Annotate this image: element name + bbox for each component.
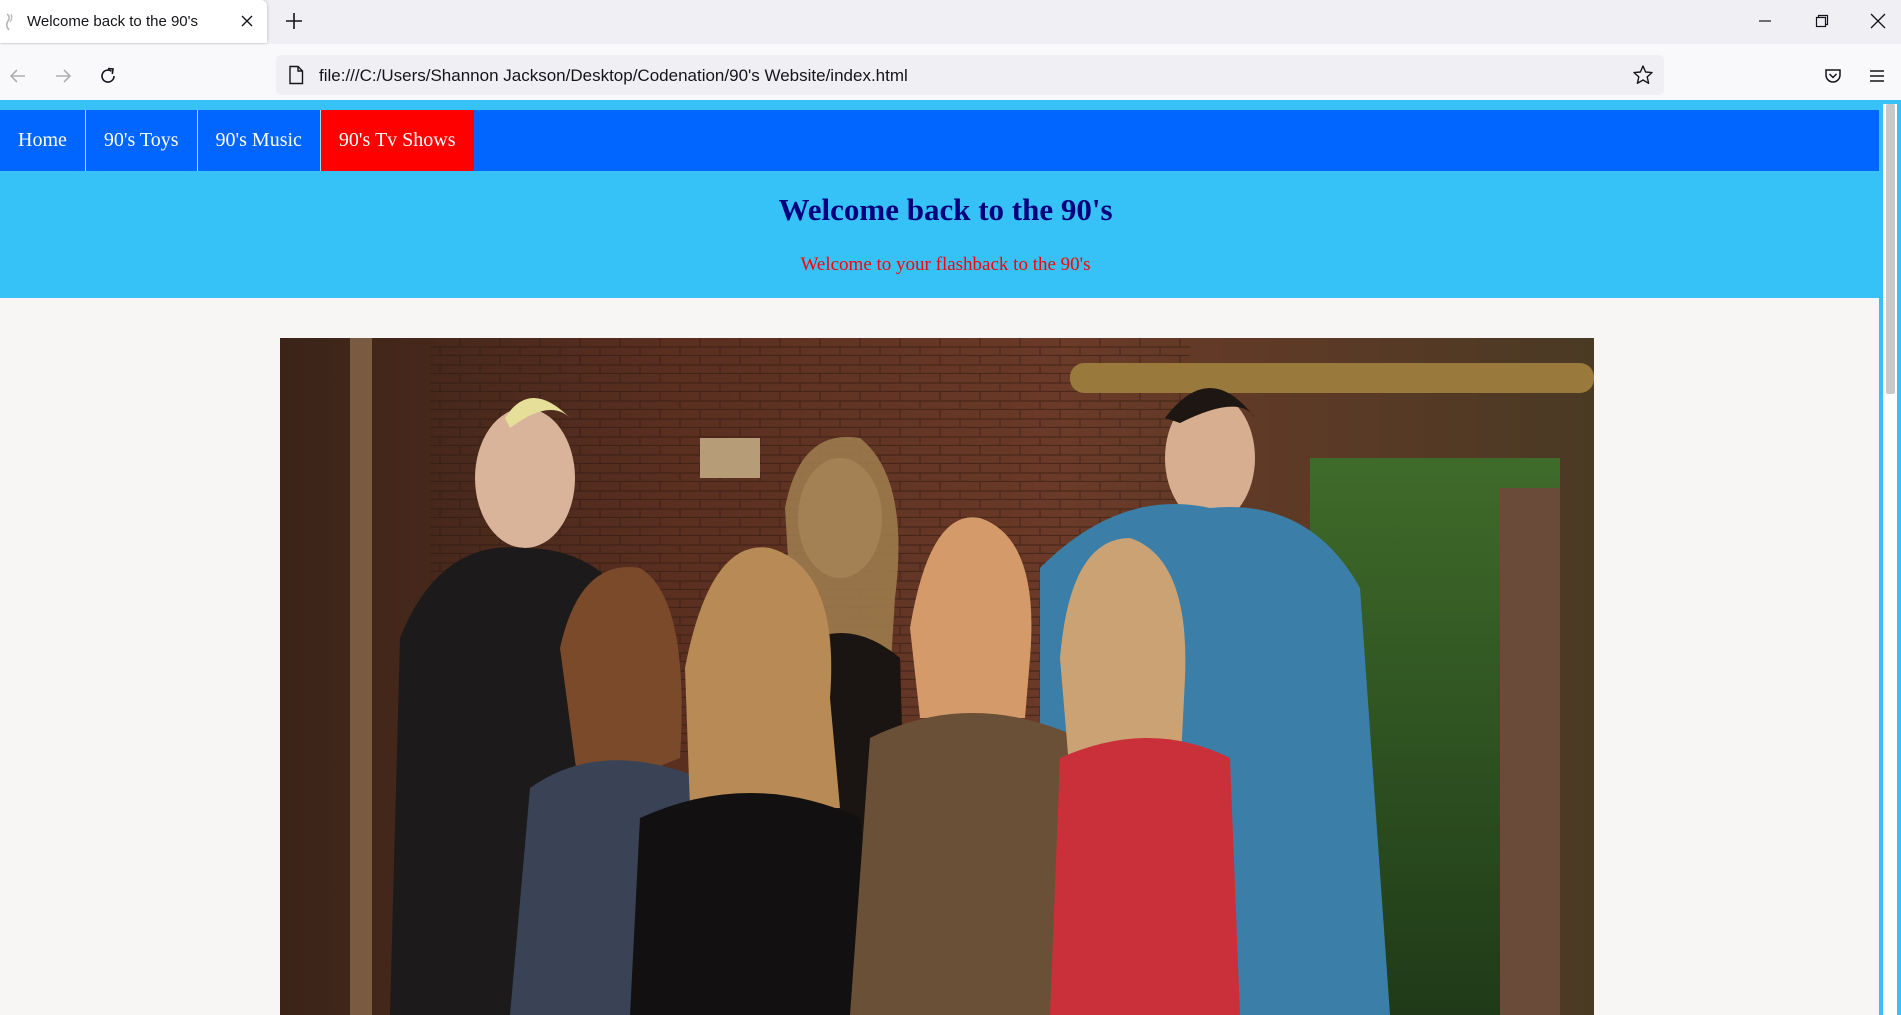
- minimize-button[interactable]: [1737, 0, 1793, 42]
- plus-icon[interactable]: [283, 10, 305, 32]
- window-close-button[interactable]: [1850, 0, 1901, 42]
- pocket-button[interactable]: [1818, 61, 1848, 91]
- pocket-icon: [1825, 69, 1841, 83]
- page-icon: [5, 13, 13, 31]
- nav-item-90s-toys[interactable]: 90's Toys: [86, 110, 198, 171]
- tab-title: Welcome back to the 90's: [27, 13, 199, 30]
- browser-titlebar: Welcome back to the 90's: [0, 0, 1901, 44]
- hamburger-menu-icon: [1870, 70, 1884, 82]
- back-arrow-icon: [9, 69, 25, 83]
- back-button[interactable]: [3, 61, 33, 91]
- scrollbar-thumb[interactable]: [1886, 104, 1895, 394]
- url-text[interactable]: file:///C:/Users/Shannon Jackson/Desktop…: [319, 66, 908, 86]
- nav-item-home[interactable]: Home: [0, 110, 86, 171]
- scrollbar-track[interactable]: [1883, 104, 1897, 1015]
- cast-photo-image: [280, 338, 1594, 1015]
- address-bar[interactable]: file:///C:/Users/Shannon Jackson/Desktop…: [276, 55, 1664, 95]
- app-menu-button[interactable]: [1862, 61, 1892, 91]
- close-icon[interactable]: [238, 12, 256, 30]
- tv-show-cast-photo: [280, 338, 1594, 1015]
- window-close-icon: [1870, 13, 1886, 29]
- reload-icon: [101, 67, 115, 83]
- reload-button[interactable]: [93, 61, 123, 91]
- page-subtitle: Welcome to your flashback to the 90's: [800, 254, 1091, 275]
- page-viewport: Home 90's Toys 90's Music 90's Tv Shows …: [0, 100, 1879, 1015]
- page-title: Welcome back to the 90's: [778, 192, 1113, 227]
- site-nav: Home 90's Toys 90's Music 90's Tv Shows: [0, 110, 1879, 171]
- browser-tab[interactable]: Welcome back to the 90's: [0, 0, 267, 43]
- nav-item-90s-tv-shows[interactable]: 90's Tv Shows: [320, 110, 474, 171]
- forward-arrow-icon: [56, 69, 72, 83]
- minimize-icon: [1759, 20, 1771, 22]
- page-scrollbar[interactable]: [1879, 100, 1901, 1015]
- site-header: Home 90's Toys 90's Music 90's Tv Shows …: [0, 100, 1879, 298]
- restore-icon: [1815, 14, 1829, 28]
- page-icon: [289, 65, 304, 85]
- nav-item-90s-music[interactable]: 90's Music: [198, 110, 321, 171]
- restore-button[interactable]: [1794, 0, 1850, 42]
- bookmark-star-icon[interactable]: [1632, 64, 1654, 86]
- forward-button[interactable]: [48, 61, 78, 91]
